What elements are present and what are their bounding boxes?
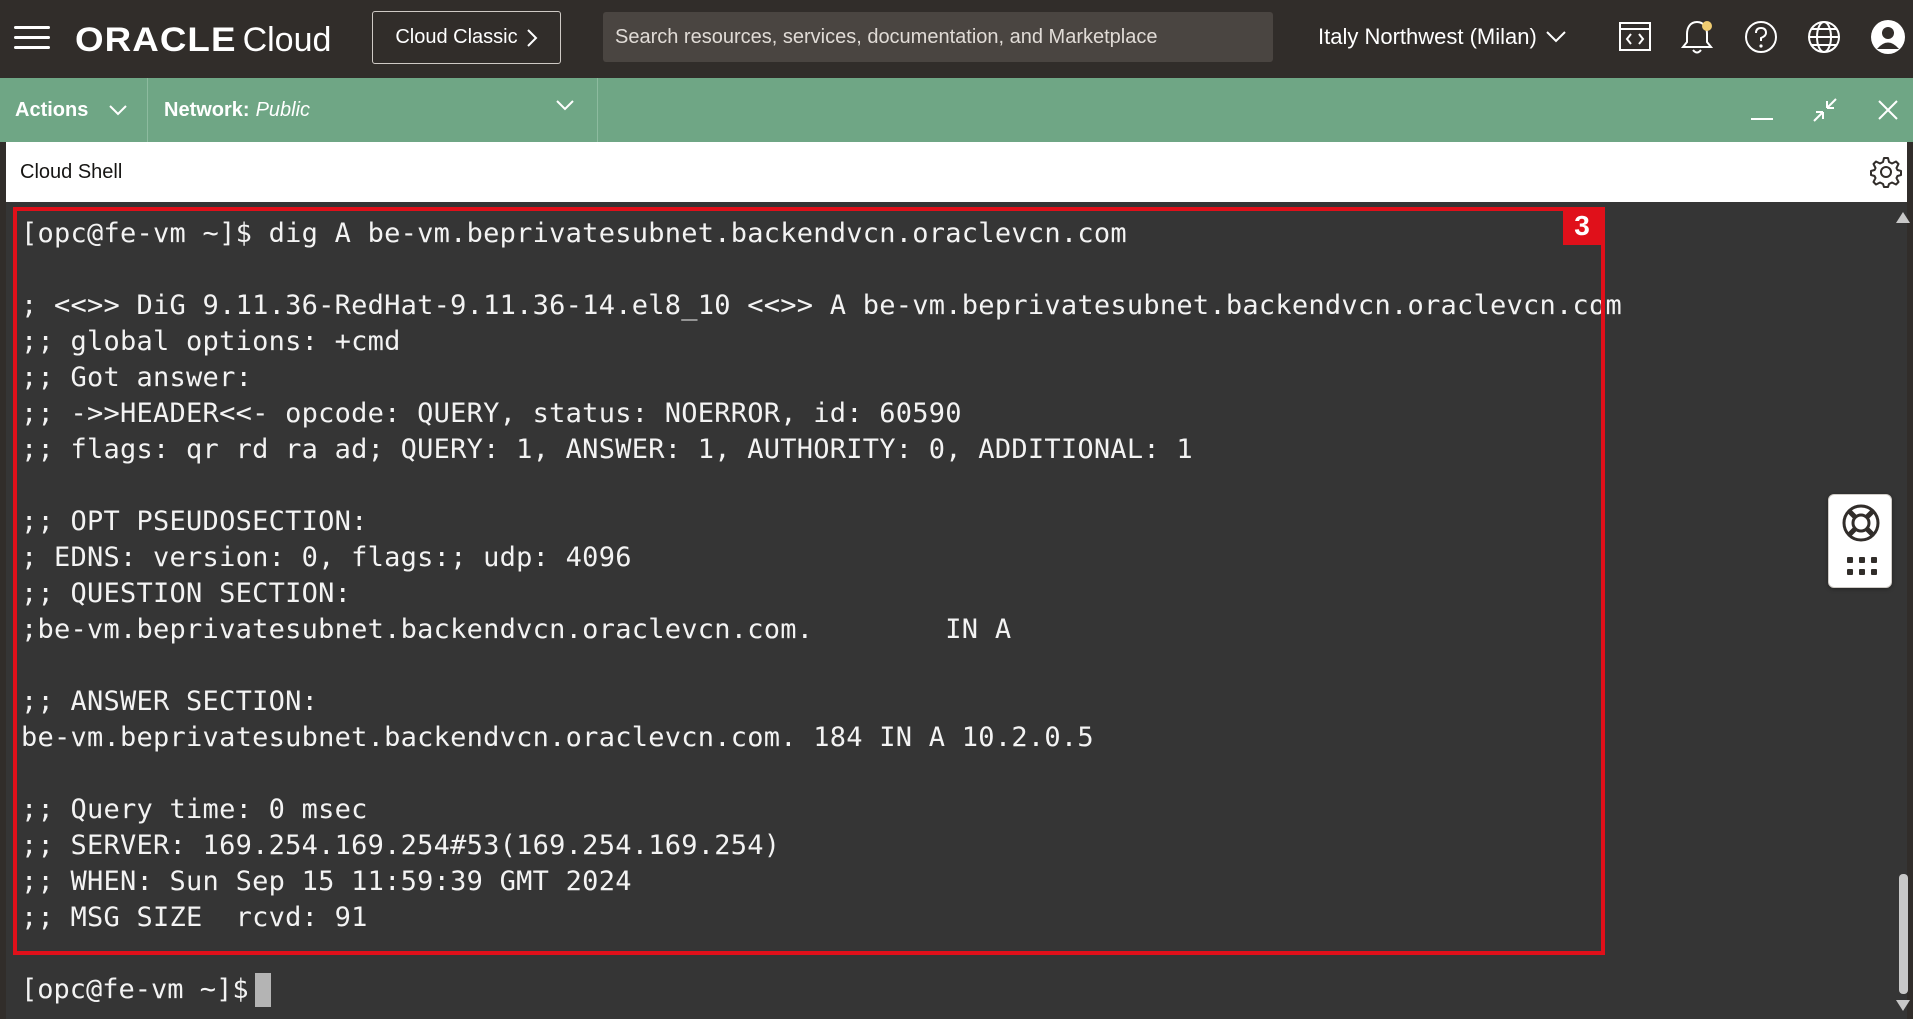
scroll-down-arrow[interactable] — [1896, 1000, 1910, 1011]
brand-oracle-text: ORACLE — [75, 20, 237, 59]
chevron-right-icon — [526, 28, 538, 47]
oracle-cloud-logo[interactable]: ORACLE Cloud — [75, 18, 331, 62]
apps-grid-icon — [1847, 557, 1877, 575]
help-widget[interactable] — [1828, 494, 1892, 588]
terminal-prompt: [opc@fe-vm ~]$ — [21, 974, 249, 1005]
lifebuoy-icon — [1842, 504, 1880, 542]
brand-cloud-text: Cloud — [242, 20, 332, 59]
network-value: Public — [255, 98, 311, 121]
cloud-shell-toolbar: Actions Network: Public — [0, 78, 1913, 142]
bell-icon[interactable] — [1675, 15, 1719, 59]
actions-label: Actions — [15, 98, 89, 121]
highlight-annotation-box — [13, 207, 1605, 955]
chevron-down-icon — [1546, 31, 1566, 43]
network-dropdown[interactable]: Network: Public — [148, 78, 598, 142]
close-icon[interactable] — [1868, 90, 1908, 130]
help-icon[interactable] — [1739, 15, 1783, 59]
region-label: Italy Northwest (Milan) — [1318, 24, 1537, 49]
search-input[interactable] — [603, 12, 1273, 62]
step-badge: 3 — [1563, 207, 1601, 245]
restore-icon[interactable] — [1805, 90, 1845, 130]
region-selector[interactable]: Italy Northwest (Milan) — [1318, 20, 1567, 54]
scrollbar-thumb[interactable] — [1899, 874, 1908, 994]
minimize-icon[interactable] — [1742, 90, 1782, 130]
top-navigation-bar: ORACLE Cloud Cloud Classic Italy Northwe… — [0, 0, 1913, 78]
chevron-down-icon — [556, 100, 574, 111]
terminal-prompt-row[interactable]: [opc@fe-vm ~]$ — [21, 972, 271, 1008]
terminal-cursor — [254, 973, 271, 1007]
scroll-up-arrow[interactable] — [1896, 212, 1910, 223]
cloud-classic-button[interactable]: Cloud Classic — [372, 11, 561, 64]
cloud-shell-title-bar: Cloud Shell — [6, 142, 1907, 202]
user-icon[interactable] — [1866, 15, 1910, 59]
network-label: Network: — [164, 98, 250, 121]
gear-icon[interactable] — [1869, 155, 1903, 189]
code-editor-icon[interactable] — [1613, 15, 1657, 59]
cloud-classic-label: Cloud Classic — [395, 26, 518, 48]
terminal[interactable]: [opc@fe-vm ~]$ dig A be-vm.beprivatesubn… — [6, 202, 1910, 1019]
cloud-shell-title: Cloud Shell — [20, 160, 123, 183]
chevron-down-icon — [109, 105, 128, 116]
globe-icon[interactable] — [1802, 15, 1846, 59]
actions-dropdown[interactable]: Actions — [0, 78, 148, 142]
menu-icon[interactable] — [14, 24, 50, 52]
